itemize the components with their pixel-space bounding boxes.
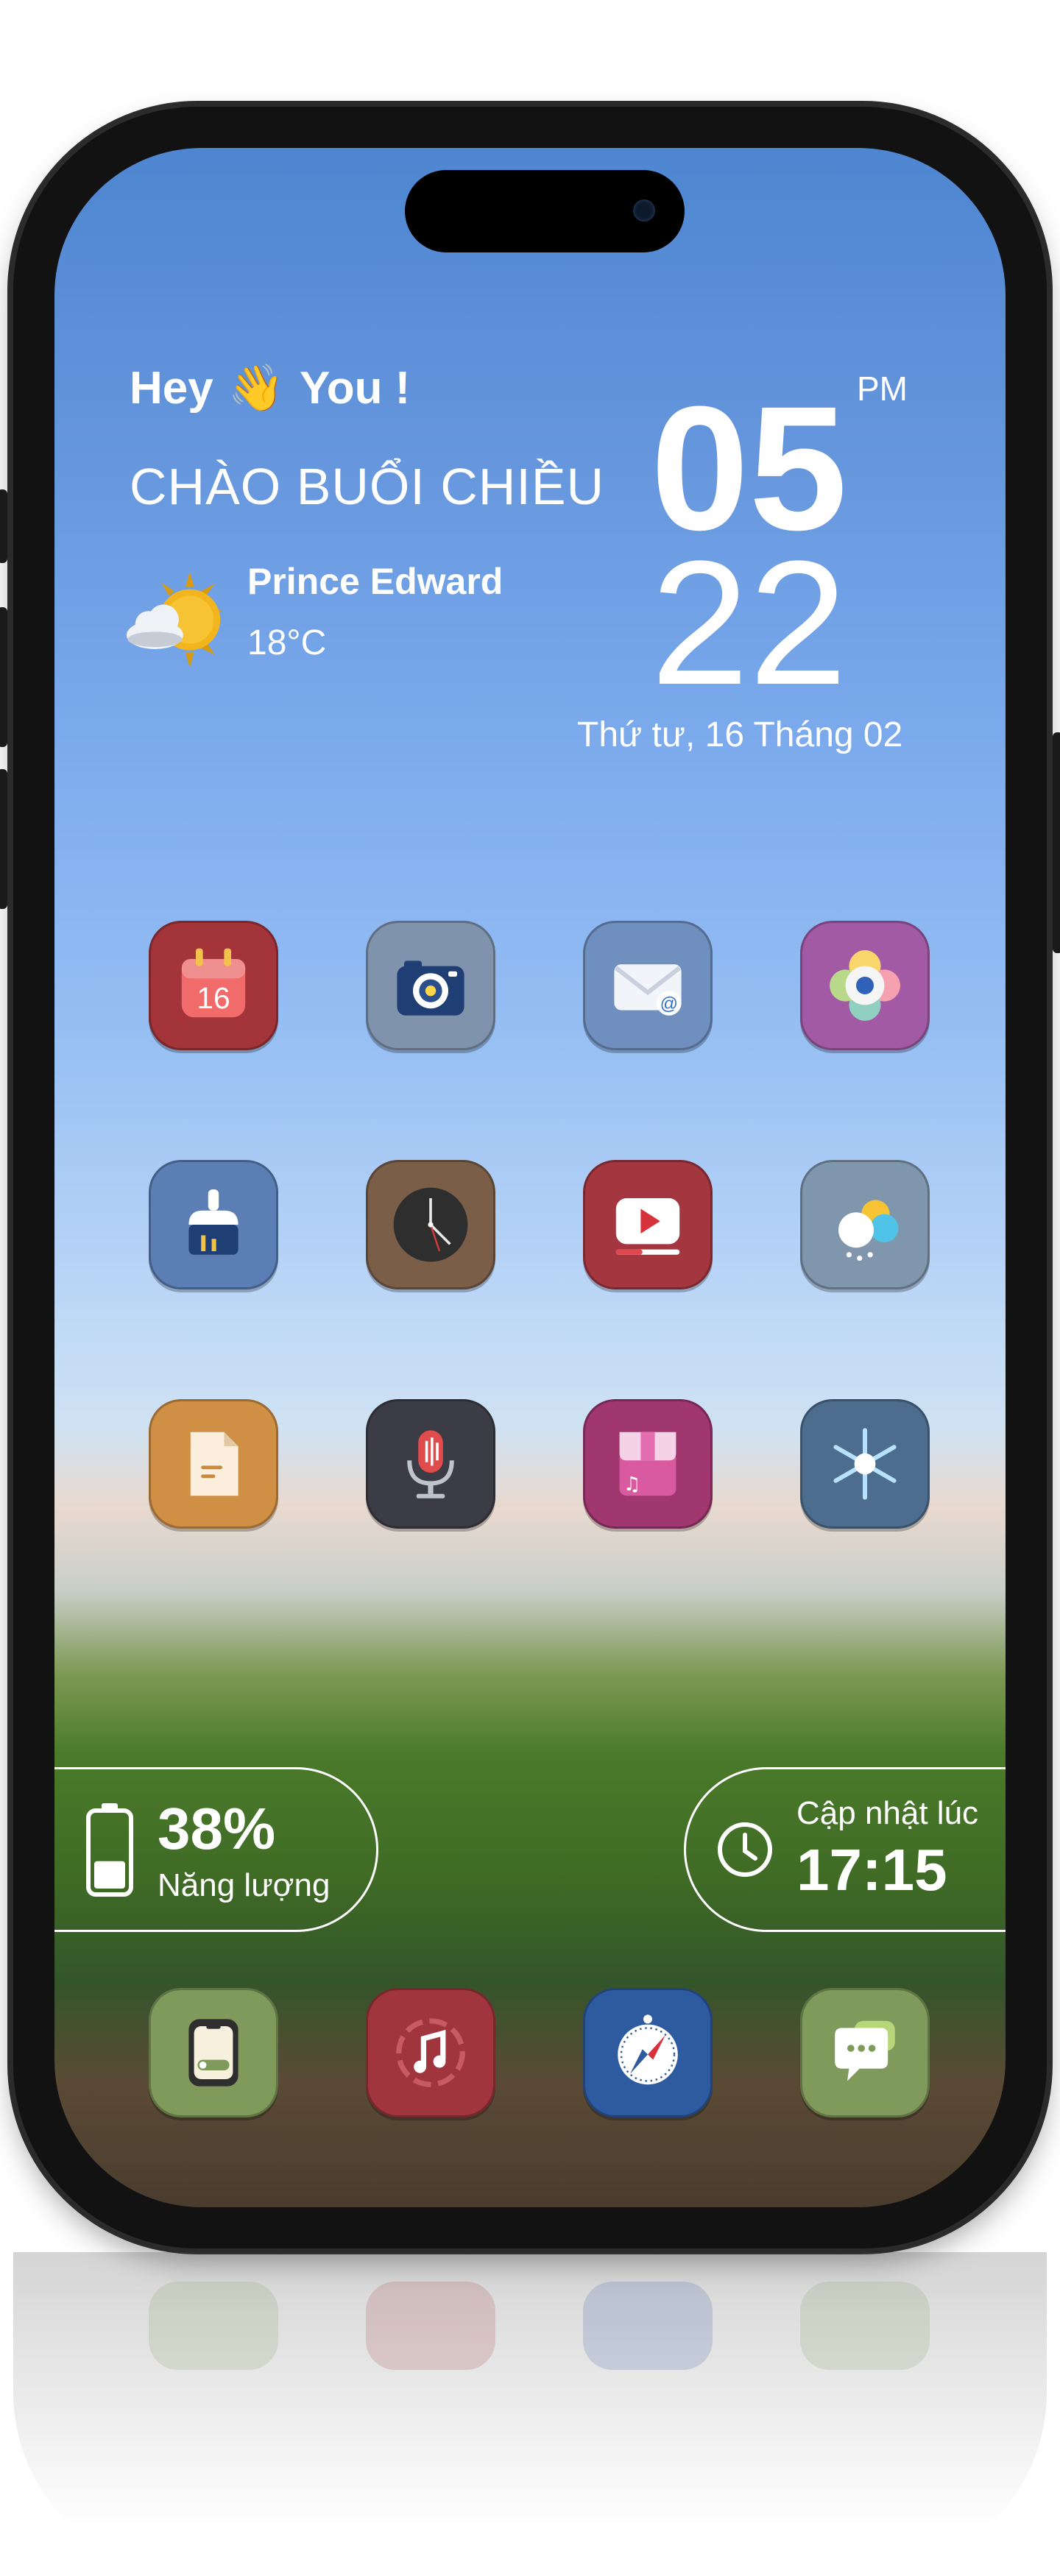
- clock-minute: 22: [651, 524, 847, 721]
- front-camera: [633, 199, 655, 222]
- update-time: 17:15: [796, 1837, 947, 1903]
- app-music-store[interactable]: ♫: [583, 1399, 713, 1529]
- phone-frame: Hey 👋 You ! CHÀO BUỔI CHIỀU Prince Edwar…: [0, 107, 1060, 2248]
- app-weather[interactable]: [800, 1160, 930, 1289]
- snowflake-icon: [833, 1428, 897, 1500]
- power-button: [1053, 732, 1060, 953]
- update-label: Cập nhật lúc: [796, 1795, 979, 1831]
- compass-icon: [618, 2014, 678, 2085]
- brush-icon: [188, 1189, 239, 1255]
- svg-text:♫: ♫: [623, 1473, 641, 1496]
- note-icon: [190, 1432, 239, 1496]
- reflection-phone-icon: [149, 2282, 278, 2370]
- waving-hand-icon: 👋: [227, 363, 285, 414]
- app-clock[interactable]: [366, 1160, 495, 1289]
- volume-up-button: [0, 607, 7, 747]
- app-notes[interactable]: [149, 1399, 278, 1529]
- greeting-hey: Hey: [130, 363, 213, 414]
- battery-fill: [94, 1861, 125, 1889]
- mute-switch: [0, 489, 7, 563]
- app-recorder[interactable]: [366, 1399, 495, 1529]
- clock-ampm: PM: [857, 369, 908, 408]
- battery-widget[interactable]: 38% Năng lượng: [54, 1767, 378, 1932]
- video-play-icon: [615, 1198, 680, 1255]
- reflection-compass-icon: [583, 2282, 713, 2370]
- camera-icon: [397, 960, 464, 1016]
- app-camera[interactable]: [366, 921, 495, 1050]
- app-mail[interactable]: @: [583, 921, 713, 1050]
- flower-icon: [830, 950, 900, 1021]
- chat-icon: [835, 2020, 895, 2081]
- phone-reflection: [13, 2252, 1047, 2576]
- clock-icon: [393, 1187, 468, 1262]
- microphone-icon: [407, 1430, 454, 1498]
- mail-icon: @: [614, 964, 682, 1016]
- dock-phone[interactable]: [149, 1988, 278, 2117]
- reflection-chat-icon: [800, 2282, 930, 2370]
- greeting-line: Hey 👋 You !: [130, 361, 410, 415]
- update-widget[interactable]: Cập nhật lúc 17:15: [684, 1767, 1006, 1932]
- music-icon: [396, 2018, 465, 2087]
- reflection-music-icon: [366, 2282, 495, 2370]
- dock-messages[interactable]: [800, 1988, 930, 2117]
- dock-safari[interactable]: [583, 1988, 713, 2117]
- weather-city: Prince Edward: [247, 561, 504, 602]
- phone-device-icon: [188, 2019, 239, 2087]
- greeting-you: You !: [299, 363, 411, 414]
- volume-down-button: [0, 769, 7, 909]
- app-calendar[interactable]: 16: [149, 921, 278, 1050]
- app-photos[interactable]: [800, 921, 930, 1050]
- app-freezer[interactable]: [800, 1399, 930, 1529]
- store-icon: ♫: [619, 1432, 676, 1496]
- svg-text:@: @: [660, 994, 678, 1013]
- salutation: CHÀO BUỔI CHIỀU: [130, 458, 605, 515]
- dynamic-island: [405, 170, 685, 252]
- clock-outline-icon: [718, 1822, 772, 1877]
- weather-temperature: 18°C: [247, 623, 327, 662]
- battery-value: 38%: [158, 1796, 276, 1861]
- app-video[interactable]: [583, 1160, 713, 1289]
- battery-label: Năng lượng: [158, 1867, 331, 1903]
- app-cleaner[interactable]: [149, 1160, 278, 1289]
- clock-date: Thứ tư, 16 Tháng 02: [577, 715, 903, 754]
- battery-icon: [86, 1803, 133, 1897]
- calendar-day: 16: [197, 981, 230, 1015]
- dock-music[interactable]: [366, 1988, 495, 2117]
- partly-cloudy-sun-icon: [126, 571, 223, 668]
- calendar-icon: 16: [181, 948, 246, 1018]
- weather-icon: [838, 1200, 899, 1262]
- home-screen: Hey 👋 You ! CHÀO BUỔI CHIỀU Prince Edwar…: [54, 148, 1006, 2207]
